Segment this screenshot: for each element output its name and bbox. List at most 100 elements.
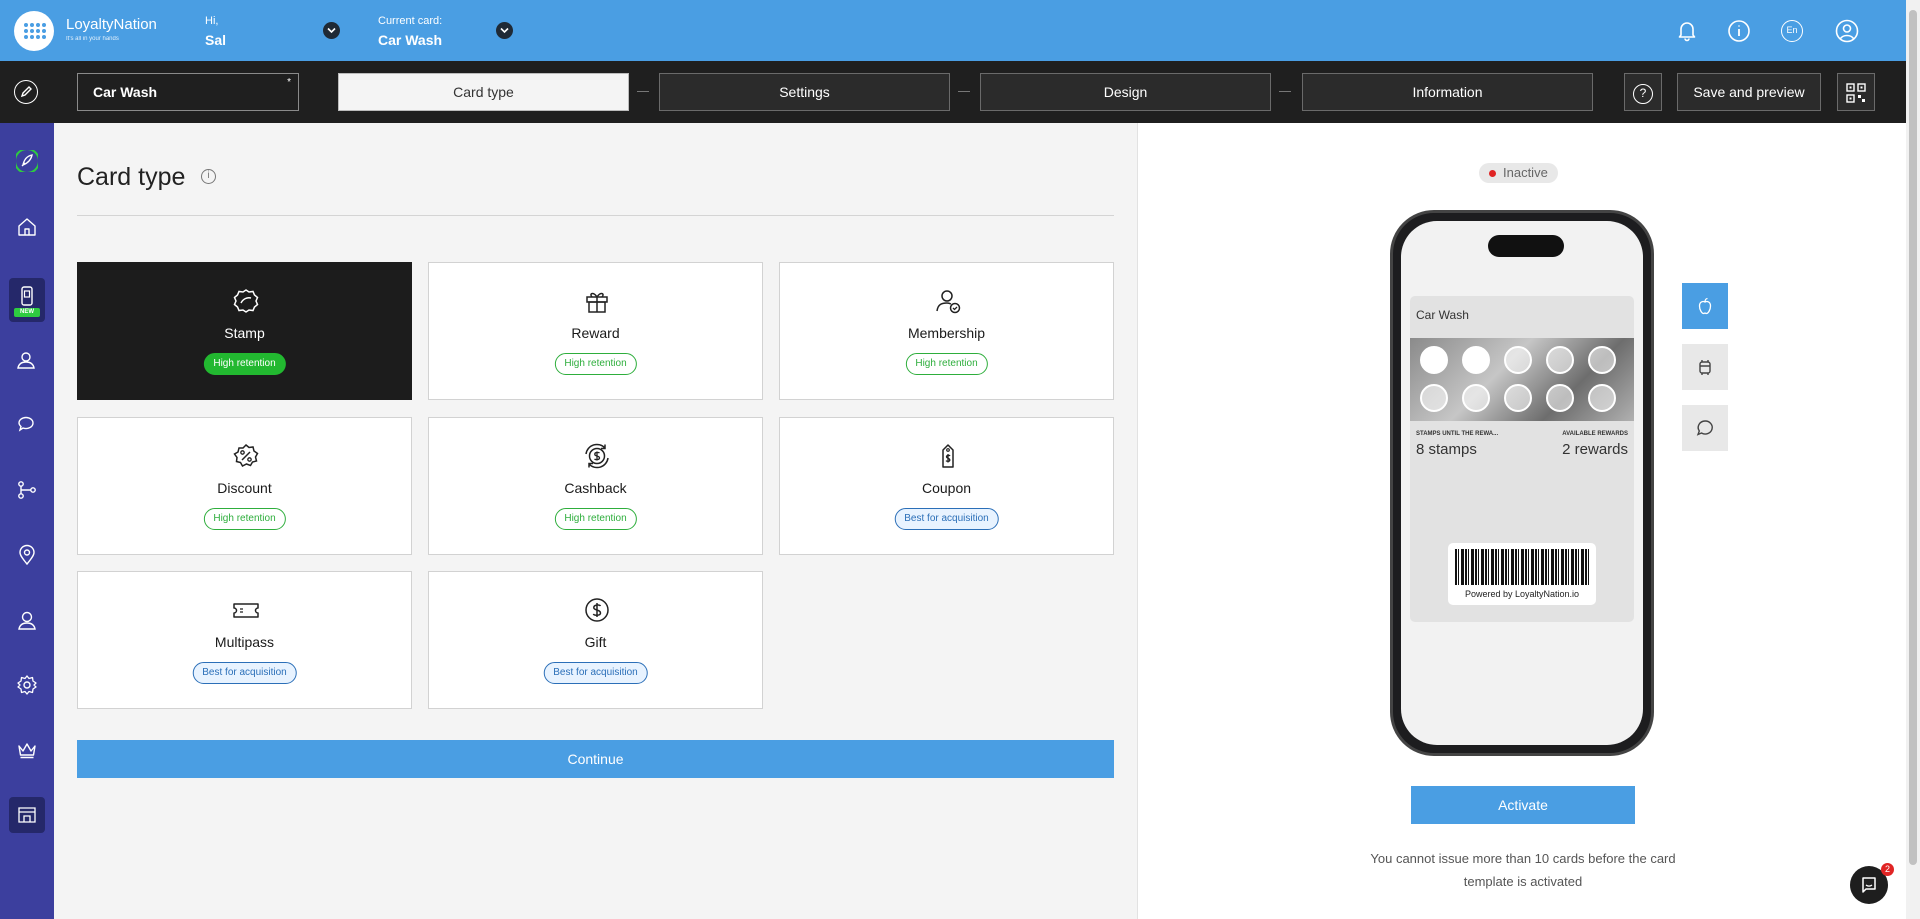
user-menu-chevron-icon[interactable] bbox=[323, 22, 340, 39]
stamp-slot-icon bbox=[1420, 346, 1448, 374]
card-option-multipass[interactable]: Multipass Best for acquisition bbox=[77, 571, 412, 709]
android-wallet-button[interactable] bbox=[1682, 344, 1728, 390]
qr-code-button[interactable] bbox=[1837, 73, 1875, 111]
card-option-stamp[interactable]: Stamp High retention bbox=[77, 262, 412, 400]
acquisition-badge: Best for acquisition bbox=[894, 508, 999, 530]
stamp-slot-icon bbox=[1420, 384, 1448, 412]
card-option-cashback[interactable]: Cashback High retention bbox=[428, 417, 763, 555]
dynamic-island bbox=[1488, 235, 1564, 257]
rocket-icon bbox=[16, 150, 38, 172]
pass-name: Car Wash bbox=[1416, 308, 1469, 322]
retention-badge: High retention bbox=[554, 508, 637, 530]
home-icon bbox=[18, 218, 36, 236]
sidebar-item-customers[interactable] bbox=[9, 342, 45, 378]
card-option-label: Reward bbox=[571, 325, 620, 341]
card-option-discount[interactable]: Discount High retention bbox=[77, 417, 412, 555]
stamp-slot-icon bbox=[1588, 384, 1616, 412]
card-switch-chevron-icon[interactable] bbox=[496, 22, 513, 39]
retention-badge: High retention bbox=[203, 353, 286, 375]
editor-toolbar: Car Wash * Card type Settings Design Inf… bbox=[0, 61, 1906, 123]
chat-bubble-icon bbox=[1862, 877, 1876, 893]
sms-preview-button[interactable] bbox=[1682, 405, 1728, 451]
scrollbar-thumb[interactable] bbox=[1909, 10, 1917, 865]
card-type-panel: Card type i Stamp High retention Reward … bbox=[54, 123, 1137, 919]
phone-mockup: Car Wash STAMPS UNTIL THE REWA... 8 stam… bbox=[1390, 210, 1654, 756]
apple-wallet-button[interactable] bbox=[1682, 283, 1728, 329]
card-option-label: Gift bbox=[584, 634, 607, 650]
sidebar-item-cards[interactable]: NEW bbox=[9, 278, 45, 322]
required-mark: * bbox=[287, 77, 291, 88]
card-option-coupon[interactable]: Coupon Best for acquisition bbox=[779, 417, 1114, 555]
stamp-slot-icon bbox=[1504, 384, 1532, 412]
profile-icon[interactable] bbox=[1834, 18, 1860, 44]
current-card-label: Current card: bbox=[378, 15, 443, 27]
crown-icon bbox=[18, 743, 36, 759]
help-button[interactable]: ? bbox=[1624, 73, 1662, 111]
status-dot bbox=[1489, 170, 1496, 177]
sidebar-item-locations[interactable] bbox=[9, 537, 45, 573]
sidebar-item-settings[interactable] bbox=[9, 667, 45, 703]
card-option-gift[interactable]: Gift Best for acquisition bbox=[428, 571, 763, 709]
activate-button[interactable]: Activate bbox=[1411, 786, 1635, 824]
store-icon bbox=[18, 807, 36, 823]
stamp-slot-icon bbox=[1546, 384, 1574, 412]
sidebar-item-subscription[interactable] bbox=[9, 732, 45, 768]
step-divider bbox=[1279, 91, 1291, 92]
sidebar-item-home[interactable] bbox=[9, 209, 45, 245]
stamp-grid bbox=[1420, 346, 1630, 416]
users-icon bbox=[17, 352, 35, 369]
continue-button[interactable]: Continue bbox=[77, 740, 1114, 778]
chat-icon bbox=[18, 416, 34, 432]
top-bar: LoyaltyNation It's all in your hands Hi,… bbox=[0, 0, 1906, 61]
step-card-type[interactable]: Card type bbox=[338, 73, 629, 111]
card-option-label: Membership bbox=[907, 325, 986, 341]
stamp-slot-icon bbox=[1546, 346, 1574, 374]
retention-badge: High retention bbox=[203, 508, 286, 530]
android-icon bbox=[1699, 360, 1711, 375]
barcode-bars bbox=[1455, 549, 1589, 585]
stamp-slot-icon bbox=[1588, 346, 1616, 374]
card-name-input[interactable]: Car Wash * bbox=[77, 73, 299, 111]
stamp-slot-icon bbox=[1504, 346, 1532, 374]
logo[interactable] bbox=[14, 11, 54, 51]
card-option-membership[interactable]: Membership High retention bbox=[779, 262, 1114, 400]
stamp-slot-icon bbox=[1462, 384, 1490, 412]
wallet-pass: Car Wash STAMPS UNTIL THE REWA... 8 stam… bbox=[1410, 296, 1634, 622]
sidebar-item-automation[interactable] bbox=[9, 472, 45, 508]
logo-dots-icon bbox=[24, 23, 46, 39]
info-icon[interactable] bbox=[1726, 18, 1752, 44]
step-settings[interactable]: Settings bbox=[659, 73, 950, 111]
stamp-slot-icon bbox=[1462, 346, 1490, 374]
current-card-name: Car Wash bbox=[378, 32, 443, 48]
brand-tagline: It's all in your hands bbox=[66, 36, 119, 42]
language-switch[interactable]: En bbox=[1781, 20, 1803, 42]
card-option-label: Multipass bbox=[214, 634, 275, 650]
acquisition-badge: Best for acquisition bbox=[543, 662, 648, 684]
user-icon bbox=[18, 611, 36, 630]
field-label: AVAILABLE REWARDS bbox=[1562, 431, 1628, 437]
location-icon bbox=[19, 544, 35, 566]
greeting: Hi, bbox=[205, 15, 219, 27]
retention-badge: High retention bbox=[905, 353, 988, 375]
step-divider bbox=[637, 91, 649, 92]
card-option-label: Discount bbox=[217, 480, 272, 496]
sidebar-item-account[interactable] bbox=[9, 602, 45, 638]
settings-icon bbox=[17, 675, 37, 695]
sidebar-item-store[interactable] bbox=[9, 797, 45, 833]
step-information[interactable]: Information bbox=[1302, 73, 1593, 111]
stamp-icon bbox=[233, 289, 259, 313]
step-divider bbox=[958, 91, 970, 92]
card-option-reward[interactable]: Reward High retention bbox=[428, 262, 763, 400]
field-value: 8 stamps bbox=[1416, 441, 1477, 458]
dollar-icon bbox=[585, 598, 609, 622]
acquisition-badge: Best for acquisition bbox=[192, 662, 297, 684]
edit-pencil-icon[interactable] bbox=[14, 80, 38, 104]
sidebar-item-messages[interactable] bbox=[9, 407, 45, 443]
bell-icon[interactable] bbox=[1674, 18, 1700, 44]
coupon-icon bbox=[942, 444, 954, 468]
sidebar-item-launch[interactable] bbox=[9, 143, 45, 179]
save-preview-button[interactable]: Save and preview bbox=[1677, 73, 1821, 111]
page-scrollbar[interactable] bbox=[1906, 0, 1920, 919]
step-design[interactable]: Design bbox=[980, 73, 1271, 111]
title-info-icon[interactable]: i bbox=[201, 169, 216, 184]
